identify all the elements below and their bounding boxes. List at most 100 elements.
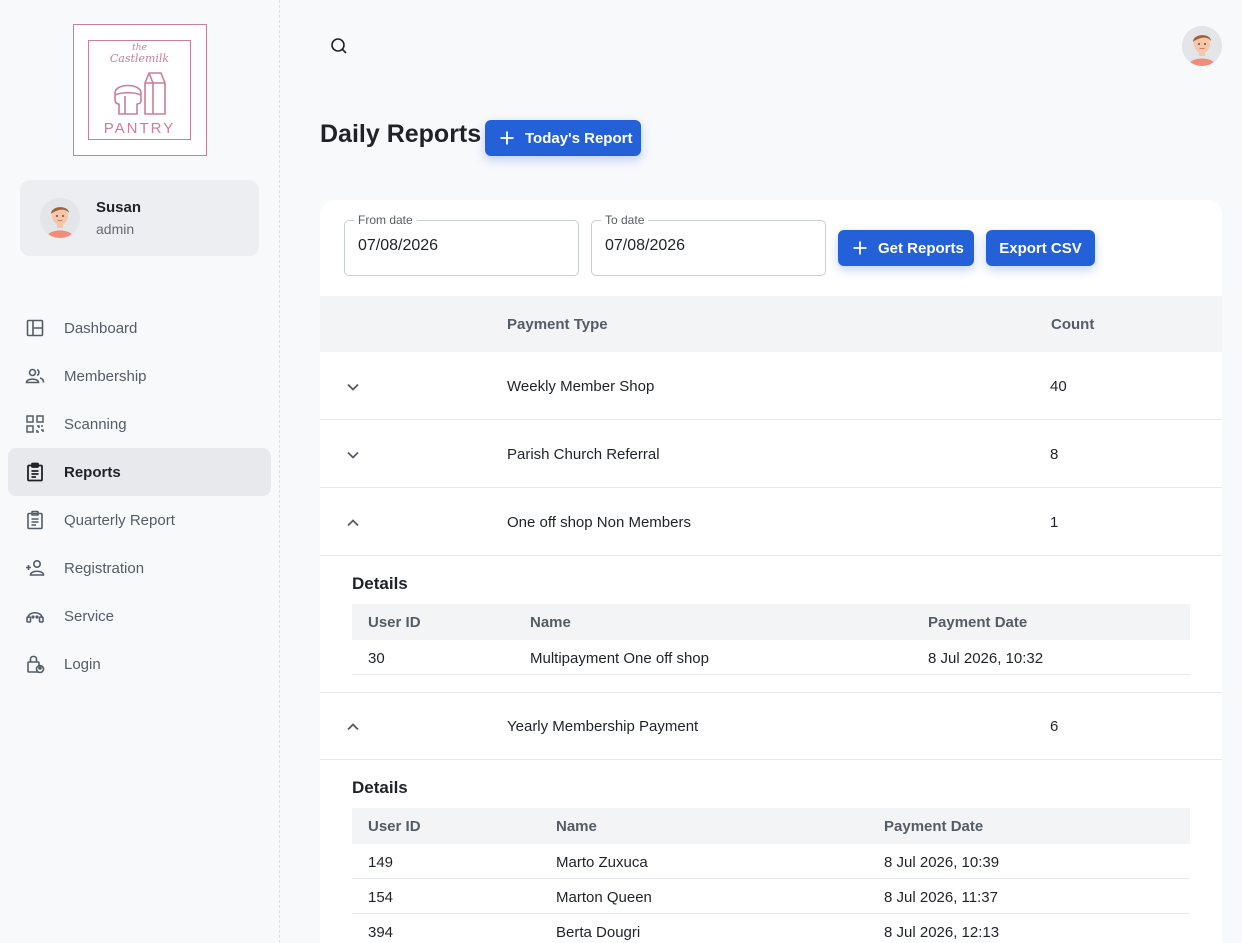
sidebar-item-reports[interactable]: Reports [8,448,271,496]
to-date-input[interactable] [605,237,805,255]
sidebar-item-label: Dashboard [64,319,138,337]
payment-type-cell: One off shop Non Members [507,514,691,531]
sidebar-item-service[interactable]: Service [8,592,271,640]
user-card[interactable]: Susan admin [20,180,259,256]
count-cell: 6 [1050,718,1059,735]
column-header-payment-date: Payment Date [884,818,984,835]
column-header-name: Name [530,614,571,631]
name-cell: Marton Queen [556,889,652,906]
payment-date-cell: 8 Jul 2026, 11:37 [884,889,998,906]
payment-type-cell: Parish Church Referral [507,446,660,463]
table-row: One off shop Non Members 1 [320,488,1222,556]
column-header-payment-date: Payment Date [928,614,1028,631]
todays-report-button[interactable]: Today's Report [485,120,641,156]
payment-date-cell: 8 Jul 2026, 10:39 [884,854,1000,871]
sidebar-item-membership[interactable]: Membership [8,352,271,400]
sidebar-item-quarterly-report[interactable]: Quarterly Report [8,496,271,544]
person-add-icon [26,559,45,576]
pantry-logo[interactable]: the Castlemilk PANTRY [73,24,207,156]
details-table-header: User ID Name Payment Date [352,604,1190,640]
from-date-input[interactable] [358,237,558,255]
table-row: 149 Marto Zuxuca 8 Jul 2026, 10:39 [352,844,1190,879]
avatar [40,198,80,238]
table-row: Weekly Member Shop 40 [320,352,1222,420]
table-row: 154 Marton Queen 8 Jul 2026, 11:37 [352,879,1190,914]
todays-report-label: Today's Report [525,129,633,147]
sidebar-item-scanning[interactable]: Scanning [8,400,271,448]
details-title: Details [352,574,408,593]
sidebar-item-registration[interactable]: Registration [8,544,271,592]
plus-icon [500,131,514,145]
sidebar-item-dashboard[interactable]: Dashboard [8,304,271,352]
name-cell: Berta Dougri [556,924,641,941]
get-reports-button[interactable]: Get Reports [838,230,974,266]
table-header: Payment Type Count [320,296,1222,352]
sidebar-item-label: Reports [64,463,121,481]
user-id-cell: 394 [368,924,394,941]
profile-avatar[interactable] [1182,26,1222,66]
from-date-field[interactable]: From date [344,213,579,276]
details-panel: Details User ID Name Payment Date 149 Ma… [320,760,1222,943]
payment-type-cell: Yearly Membership Payment [507,718,699,735]
to-date-label: To date [601,213,649,227]
user-name: Susan [96,199,142,216]
logo-text-castlemilk: Castlemilk [109,52,170,65]
details-title: Details [352,778,408,797]
logo-frame: the Castlemilk PANTRY [88,40,191,140]
sidebar-nav: Dashboard Membership Scanning Reports Qu… [8,304,271,688]
chevron-down-icon[interactable] [344,446,362,464]
reports-card: From date To date Get Reports Export CSV… [320,200,1222,943]
payment-date-cell: 8 Jul 2026, 12:13 [884,924,1000,941]
search-icon [331,38,347,54]
sidebar-item-label: Service [64,607,115,625]
details-table: User ID Name Payment Date 149 Marto Zuxu… [352,808,1190,943]
payment-date-cell: 8 Jul 2026, 10:32 [928,650,1044,667]
chevron-up-icon[interactable] [344,514,362,532]
export-csv-label: Export CSV [999,239,1082,257]
table-row: 394 Berta Dougri 8 Jul 2026, 12:13 [352,914,1190,943]
page-title: Daily Reports [320,120,482,148]
clipboard-list-icon [27,510,43,530]
qr-scan-icon [26,415,44,433]
details-table: User ID Name Payment Date 30 Multipaymen… [352,604,1190,675]
people-icon [25,368,45,384]
details-table-header: User ID Name Payment Date [352,808,1190,844]
name-cell: Multipayment One off shop [530,650,709,667]
sidebar-item-label: Quarterly Report [64,511,175,529]
column-header-user-id: User ID [368,818,421,835]
user-role: admin [96,221,135,237]
table-row: Yearly Membership Payment 6 [320,692,1222,760]
chevron-up-icon[interactable] [344,718,362,736]
dashboard-icon [26,319,44,337]
sidebar-item-login[interactable]: Login [8,640,271,688]
table-row: Parish Church Referral 8 [320,420,1222,488]
count-cell: 40 [1050,378,1067,395]
sidebar-item-label: Membership [64,367,147,385]
sidebar: the Castlemilk PANTRY Susan admin Dashbo… [0,0,280,943]
count-cell: 8 [1050,446,1059,463]
logo-text-pantry: PANTRY [103,120,176,137]
details-panel: Details User ID Name Payment Date 30 Mul… [320,556,1222,693]
from-date-label: From date [354,213,417,227]
plus-icon [853,241,867,255]
lock-person-icon [27,655,45,674]
column-header-payment-type: Payment Type [507,316,608,333]
bread-milk-icon [114,72,166,115]
column-header-user-id: User ID [368,614,421,631]
search-button[interactable] [326,33,352,59]
count-cell: 1 [1050,514,1059,531]
support-icon [26,611,44,623]
column-header-count: Count [1051,316,1095,333]
chevron-down-icon[interactable] [344,378,362,396]
export-csv-button[interactable]: Export CSV [986,230,1095,266]
user-id-cell: 30 [368,650,385,667]
user-id-cell: 149 [368,854,394,871]
name-cell: Marto Zuxuca [556,854,648,871]
get-reports-label: Get Reports [878,239,964,257]
payment-type-cell: Weekly Member Shop [507,378,655,395]
clipboard-icon [27,462,43,482]
sidebar-item-label: Registration [64,559,145,577]
to-date-field[interactable]: To date [591,213,826,276]
sidebar-item-label: Login [64,655,101,673]
column-header-name: Name [556,818,597,835]
